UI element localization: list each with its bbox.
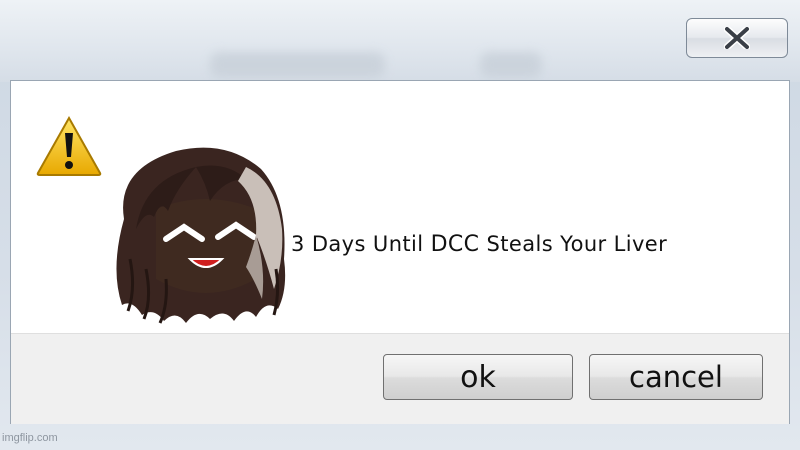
dialog-window: 3 Days Until DCC Steals Your Liver ok ca… — [0, 0, 800, 450]
message-suffix: Steals Your Liver — [479, 232, 668, 256]
cancel-button[interactable]: cancel — [589, 354, 763, 400]
ok-button[interactable]: ok — [383, 354, 573, 400]
message-prefix: 3 Days Until — [291, 232, 431, 256]
title-bar — [0, 0, 800, 82]
close-icon — [724, 27, 750, 49]
blurred-title-text-2 — [480, 52, 542, 78]
close-button[interactable] — [686, 18, 788, 58]
watermark: imgflip.com — [2, 432, 58, 444]
character-avatar-image — [116, 147, 286, 324]
dialog-content: 3 Days Until DCC Steals Your Liver ok ca… — [10, 80, 790, 424]
blurred-title-text — [210, 52, 385, 78]
dialog-message: 3 Days Until DCC Steals Your Liver — [291, 232, 667, 257]
warning-triangle-icon — [36, 115, 102, 176]
ok-button-label: ok — [460, 359, 496, 395]
message-name: DCC — [430, 232, 480, 257]
cancel-button-label: cancel — [629, 360, 723, 394]
